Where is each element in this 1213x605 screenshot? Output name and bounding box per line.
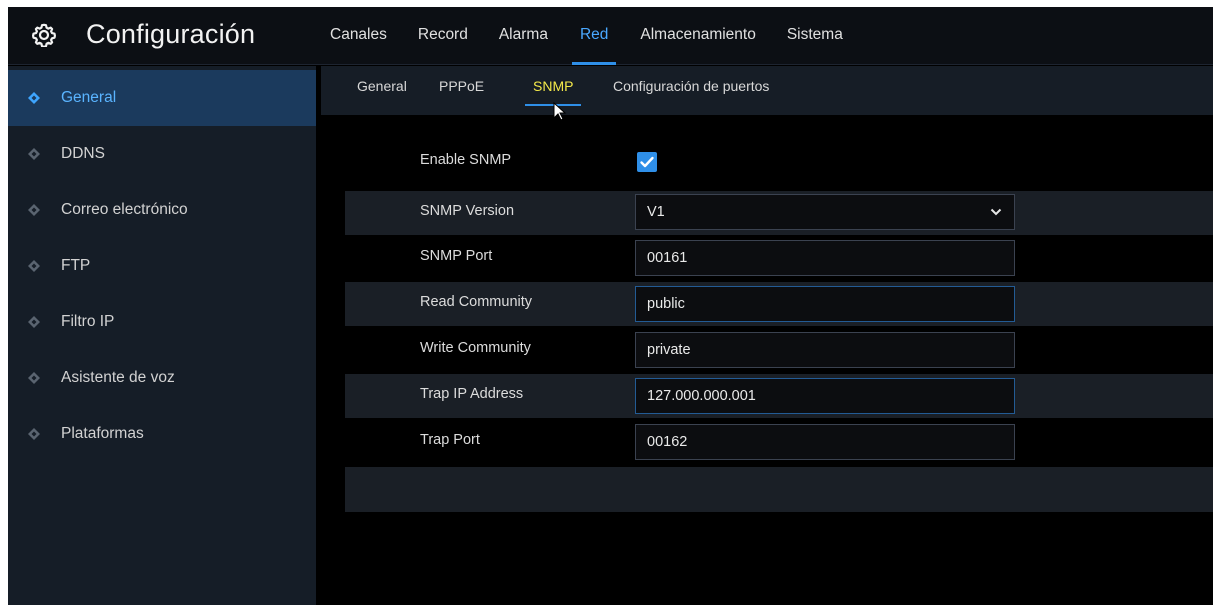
tab-sistema[interactable]: Sistema: [785, 7, 845, 65]
trap-ip-row: Trap IP Address 127.000.000.001: [345, 374, 1213, 418]
enable-snmp-row: Enable SNMP: [345, 140, 1213, 184]
snmp-version-value: V1: [647, 204, 665, 220]
diamond-icon: [28, 204, 40, 216]
tab-record[interactable]: Record: [416, 7, 470, 65]
sidebar-item-filtro-ip[interactable]: Filtro IP: [8, 294, 316, 350]
diamond-icon: [28, 260, 40, 272]
tab-canales[interactable]: Canales: [328, 7, 389, 65]
sub-tab-bar: General PPPoE SNMP Configuración de puer…: [321, 66, 1213, 115]
snmp-version-row: SNMP Version V1: [345, 191, 1213, 235]
sidebar: General DDNS Correo electrónico FTP Filt…: [8, 66, 316, 605]
mouse-cursor-icon: [553, 102, 567, 121]
trap-ip-input[interactable]: 127.000.000.001: [635, 378, 1015, 414]
sidebar-item-ftp[interactable]: FTP: [8, 238, 316, 294]
enable-snmp-checkbox[interactable]: [637, 152, 657, 172]
sidebar-item-label: FTP: [61, 257, 91, 274]
tab-almacenamiento[interactable]: Almacenamiento: [638, 7, 757, 65]
chevron-down-icon: [990, 208, 1002, 216]
snmp-version-select[interactable]: V1: [635, 194, 1015, 230]
trap-ip-label: Trap IP Address: [420, 386, 524, 402]
checkmark-icon: [640, 156, 654, 168]
snmp-port-input[interactable]: 00161: [635, 240, 1015, 276]
read-community-label: Read Community: [420, 294, 533, 310]
sidebar-item-correo[interactable]: Correo electrónico: [8, 182, 316, 238]
diamond-icon: [28, 372, 40, 384]
snmp-port-label: SNMP Port: [420, 248, 493, 264]
trap-port-row: Trap Port 00162: [345, 420, 1213, 464]
diamond-icon: [28, 148, 40, 160]
diamond-icon: [28, 316, 40, 328]
sidebar-item-label: Correo electrónico: [61, 201, 188, 218]
diamond-icon: [28, 92, 40, 104]
tab-red[interactable]: Red: [571, 7, 617, 65]
page-title: Configuración: [86, 19, 256, 49]
sidebar-item-label: Filtro IP: [61, 313, 115, 330]
sidebar-item-general[interactable]: General: [8, 70, 316, 126]
write-community-input[interactable]: private: [635, 332, 1015, 368]
sidebar-item-plataformas[interactable]: Plataformas: [8, 406, 316, 462]
subtab-configuracion-puertos[interactable]: Configuración de puertos: [613, 66, 769, 115]
trap-port-input[interactable]: 00162: [635, 424, 1015, 460]
empty-row-bar: [345, 467, 1213, 512]
read-community-row: Read Community public: [345, 282, 1213, 326]
enable-snmp-label: Enable SNMP: [420, 152, 512, 168]
brand: Configuración: [8, 7, 318, 65]
tab-alarma[interactable]: Alarma: [497, 7, 550, 65]
snmp-version-label: SNMP Version: [420, 203, 515, 219]
sidebar-item-ddns[interactable]: DDNS: [8, 126, 316, 182]
write-community-row: Write Community private: [345, 328, 1213, 372]
snmp-settings-panel: Enable SNMP SNMP Version V1 SNMP Port 00…: [321, 115, 1213, 605]
header: Configuración Canales Record Alarma Red …: [8, 7, 1213, 65]
sidebar-item-label: Plataformas: [61, 425, 144, 442]
diamond-icon: [28, 428, 40, 440]
app-window: Configuración Canales Record Alarma Red …: [8, 7, 1213, 605]
sidebar-item-label: Asistente de voz: [61, 369, 175, 386]
snmp-port-row: SNMP Port 00161: [345, 236, 1213, 280]
read-community-input[interactable]: public: [635, 286, 1015, 322]
sidebar-item-label: DDNS: [61, 145, 105, 162]
subtab-pppoe[interactable]: PPPoE: [439, 66, 484, 115]
sidebar-item-label: General: [61, 89, 117, 106]
trap-port-label: Trap Port: [420, 432, 480, 448]
gear-icon: [32, 23, 56, 47]
subtab-general[interactable]: General: [357, 66, 407, 115]
top-tab-bar: Canales Record Alarma Red Almacenamiento…: [320, 7, 845, 65]
sidebar-item-asistente-voz[interactable]: Asistente de voz: [8, 350, 316, 406]
write-community-label: Write Community: [420, 340, 531, 356]
